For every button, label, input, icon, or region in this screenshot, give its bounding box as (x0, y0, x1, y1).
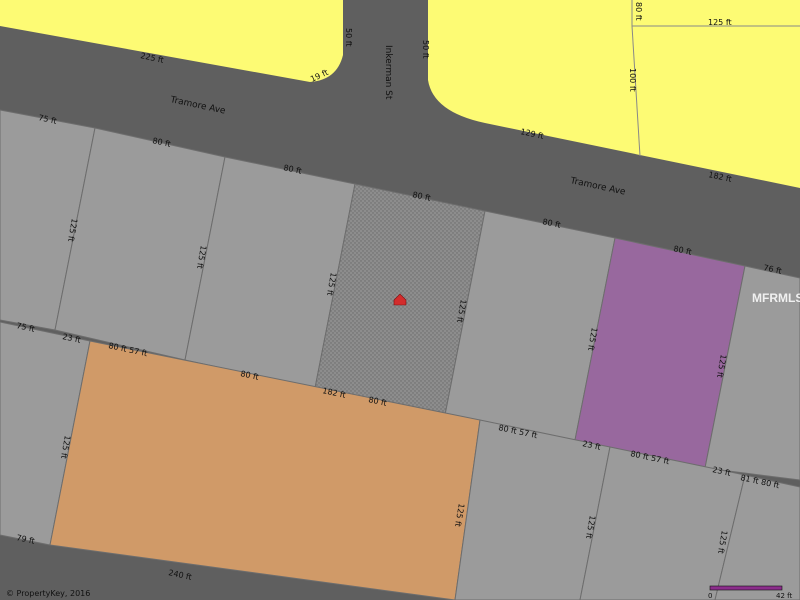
copyright-text: © PropertyKey, 2016 (6, 589, 90, 598)
street-label-inkerman: Inkerman St (383, 45, 393, 100)
scale-start-label: 0 (708, 592, 712, 600)
dimension-label: 50 ft (344, 28, 353, 47)
dimension-label: 50 ft (421, 40, 430, 59)
mls-watermark: MFRMLS (752, 291, 800, 305)
dimension-label: 125 ft (708, 18, 732, 27)
parcel-map-canvas: Tramore Ave Tramore Ave Inkerman St 225 … (0, 0, 800, 600)
scale-end-label: 42 ft (776, 592, 792, 600)
parcel-map[interactable]: Tramore Ave Tramore Ave Inkerman St 225 … (0, 0, 800, 600)
dimension-label: 100 ft (628, 68, 637, 92)
dimension-label: 80 ft (634, 2, 643, 21)
